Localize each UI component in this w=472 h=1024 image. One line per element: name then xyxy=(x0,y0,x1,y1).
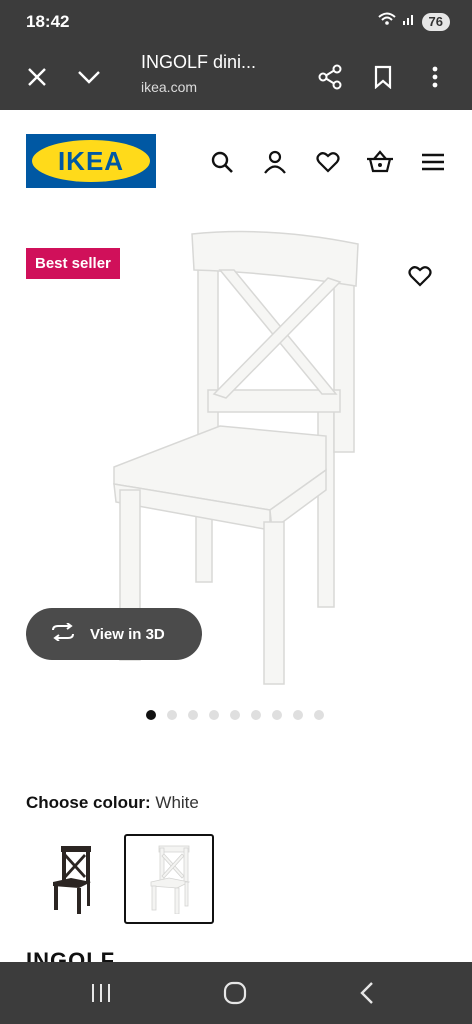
best-seller-badge: Best seller xyxy=(26,248,120,279)
view-in-3d-button[interactable]: View in 3D xyxy=(26,608,202,660)
back-icon[interactable] xyxy=(352,980,382,1006)
carousel-dot[interactable] xyxy=(293,710,303,720)
logo-oval: IKEA xyxy=(32,140,150,182)
carousel-dot[interactable] xyxy=(209,710,219,720)
chevron-down-icon[interactable] xyxy=(70,58,108,96)
url-text[interactable]: ikea.com xyxy=(141,79,197,95)
recent-apps-icon[interactable] xyxy=(86,980,116,1006)
bookmark-icon[interactable] xyxy=(364,58,402,96)
carousel-dot[interactable] xyxy=(146,710,156,720)
menu-icon[interactable] xyxy=(417,146,449,178)
logo-text: IKEA xyxy=(57,145,125,176)
colour-swatch-black[interactable] xyxy=(26,834,116,924)
tab-title[interactable]: INGOLF dini... xyxy=(141,52,256,73)
heart-icon[interactable] xyxy=(312,146,344,178)
carousel-dot[interactable] xyxy=(272,710,282,720)
carousel-dot[interactable] xyxy=(188,710,198,720)
carousel-dot[interactable] xyxy=(230,710,240,720)
browser-toolbar: INGOLF dini... ikea.com xyxy=(0,44,472,110)
system-nav-bar xyxy=(0,962,472,1024)
user-icon[interactable] xyxy=(259,146,291,178)
share-icon[interactable] xyxy=(311,58,349,96)
home-icon[interactable] xyxy=(220,980,250,1006)
more-vertical-icon[interactable] xyxy=(416,58,454,96)
battery-indicator: 76 xyxy=(421,12,450,31)
rotate-3d-icon xyxy=(50,622,76,645)
wifi-icon xyxy=(377,12,396,31)
product-name-partial: INGOLF xyxy=(26,948,116,962)
view-in-3d-label: View in 3D xyxy=(90,625,165,643)
clock: 18:42 xyxy=(26,12,70,31)
colour-selector-label: Choose colour: White xyxy=(26,793,199,813)
carousel-dot[interactable] xyxy=(314,710,324,720)
basket-icon[interactable] xyxy=(364,146,396,178)
ikea-logo[interactable]: IKEA xyxy=(26,134,156,188)
carousel-dot[interactable] xyxy=(167,710,177,720)
carousel-dot[interactable] xyxy=(251,710,261,720)
image-carousel-dots[interactable] xyxy=(146,710,324,720)
close-icon[interactable] xyxy=(18,58,56,96)
favourite-heart-icon[interactable] xyxy=(402,258,438,294)
colour-value: White xyxy=(155,793,199,812)
signal-icon xyxy=(402,12,416,31)
colour-label: Choose colour: xyxy=(26,793,151,812)
search-icon[interactable] xyxy=(206,146,238,178)
colour-swatch-white[interactable] xyxy=(124,834,214,924)
status-icons: 76 xyxy=(377,12,450,31)
status-bar: 18:42 76 xyxy=(0,0,472,44)
